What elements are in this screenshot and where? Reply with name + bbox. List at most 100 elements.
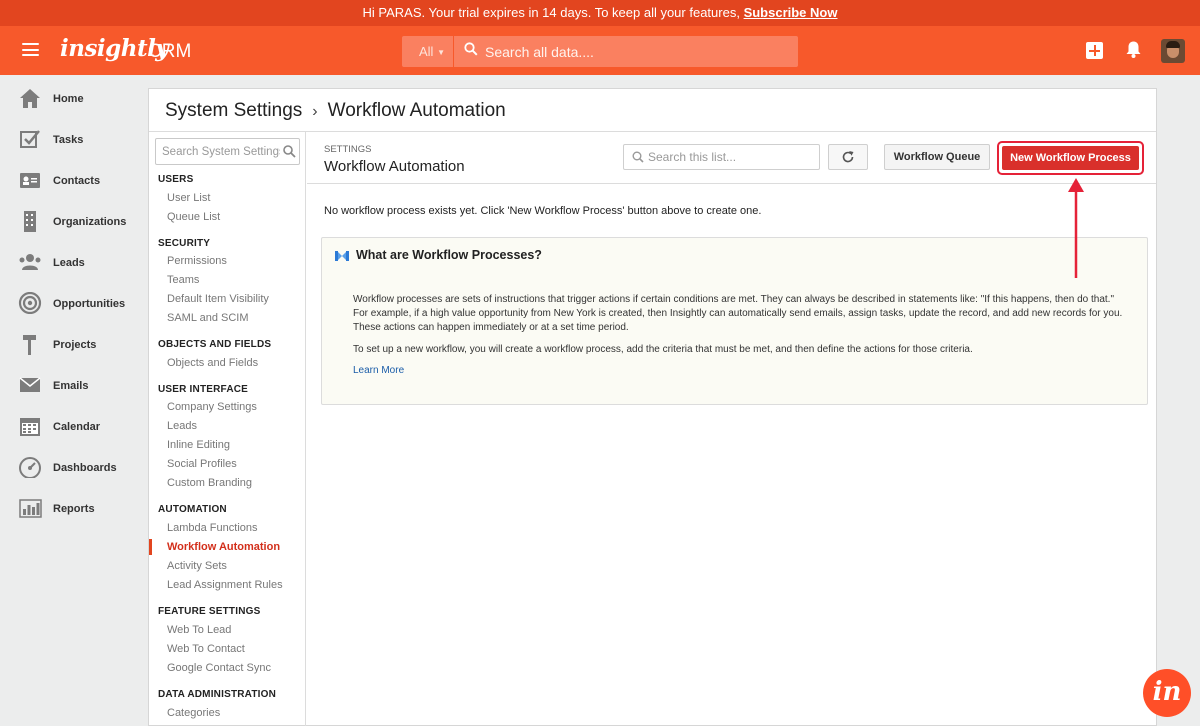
workflow-icon <box>335 251 349 261</box>
empty-state-message: No workflow process exists yet. Click 'N… <box>324 205 762 217</box>
sidebar-item-label: Organizations <box>53 216 127 228</box>
info-paragraph: To set up a new workflow, you will creat… <box>353 344 973 355</box>
hamburger-menu-icon[interactable] <box>22 43 39 56</box>
trial-banner: Hi PARAS. Your trial expires in 14 days.… <box>0 0 1200 26</box>
menu-item-saml-and-scim[interactable]: SAML and SCIM <box>167 312 249 324</box>
menu-item-leads[interactable]: Leads <box>167 420 197 432</box>
menu-item-permissions[interactable]: Permissions <box>167 255 227 267</box>
info-title: What are Workflow Processes? <box>356 248 542 262</box>
content-area: SETTINGS Workflow Automation Workflow Qu… <box>307 132 1156 726</box>
sidebar-item-label: Opportunities <box>53 298 126 310</box>
highlight-ring: New Workflow Process <box>997 141 1144 175</box>
add-new-icon[interactable] <box>1086 42 1103 59</box>
search-icon <box>283 145 296 158</box>
settings-search-field <box>155 138 300 165</box>
page-title: Workflow Automation <box>324 158 465 175</box>
sidebar-item-dashboards[interactable]: Dashboards <box>0 446 148 486</box>
menu-item-lead-assignment-rules[interactable]: Lead Assignment Rules <box>167 579 283 591</box>
menu-item-custom-branding[interactable]: Custom Branding <box>167 477 252 489</box>
breadcrumb-root[interactable]: System Settings <box>165 100 302 121</box>
sidebar-item-label: Home <box>53 93 84 105</box>
tasks-icon <box>20 130 40 148</box>
sidebar-item-organizations[interactable]: Organizations <box>0 200 148 240</box>
contacts-icon <box>20 173 40 188</box>
refresh-icon <box>842 151 854 163</box>
sidebar-item-leads[interactable]: Leads <box>0 241 148 281</box>
section-users: USERS <box>158 174 194 185</box>
active-indicator <box>149 539 152 555</box>
sidebar-item-contacts[interactable]: Contacts <box>0 159 148 199</box>
menu-item-objects-and-fields[interactable]: Objects and Fields <box>167 357 258 369</box>
breadcrumb: System Settings › Workflow Automation <box>165 100 506 122</box>
workflow-queue-button[interactable]: Workflow Queue <box>884 144 990 170</box>
leads-icon <box>19 254 41 270</box>
notifications-bell-icon[interactable] <box>1125 40 1142 59</box>
section-security: SECURITY <box>158 238 211 249</box>
menu-item-inline-editing[interactable]: Inline Editing <box>167 439 230 451</box>
menu-item-queue-list[interactable]: Queue List <box>167 211 220 223</box>
chevron-down-icon: ▼ <box>437 48 445 58</box>
divider <box>307 183 1156 184</box>
main-panel: System Settings › Workflow Automation USER… <box>148 88 1157 726</box>
sidebar-item-emails[interactable]: Emails <box>0 364 148 404</box>
app-name: CRM <box>148 41 192 62</box>
learn-more-link[interactable]: Learn More <box>353 365 404 376</box>
sidebar-item-home[interactable]: Home <box>0 77 148 117</box>
sidebar-item-label: Reports <box>53 503 95 515</box>
search-icon <box>632 151 644 163</box>
sidebar-item-opportunities[interactable]: Opportunities <box>0 282 148 322</box>
menu-item-teams[interactable]: Teams <box>167 274 199 286</box>
info-box: What are Workflow Processes? Workflow pr… <box>321 237 1148 405</box>
subscribe-now-link[interactable]: Subscribe Now <box>744 5 838 20</box>
projects-icon <box>23 335 36 355</box>
emails-icon <box>19 377 41 392</box>
menu-item-default-item-visibility[interactable]: Default Item Visibility <box>167 293 269 305</box>
search-icon <box>464 42 478 56</box>
user-avatar[interactable] <box>1161 39 1185 63</box>
reports-icon <box>19 499 42 518</box>
section-data-administration: DATA ADMINISTRATION <box>158 689 277 700</box>
section-user-interface: USER INTERFACE <box>158 384 249 395</box>
calendar-icon <box>20 418 40 436</box>
menu-item-web-to-contact[interactable]: Web To Contact <box>167 643 245 655</box>
sidebar-item-label: Calendar <box>53 421 101 433</box>
breadcrumb-separator-icon: › <box>312 103 318 120</box>
global-search-input[interactable] <box>485 36 785 67</box>
annotation-arrow-icon <box>1068 178 1084 278</box>
sidebar-item-label: Contacts <box>53 175 101 187</box>
settings-label: SETTINGS <box>324 144 372 155</box>
menu-item-lambda-functions[interactable]: Lambda Functions <box>167 522 258 534</box>
invision-badge[interactable]: in <box>1143 669 1191 717</box>
section-automation: AUTOMATION <box>158 504 227 515</box>
menu-item-activity-sets[interactable]: Activity Sets <box>167 560 227 572</box>
breadcrumb-current: Workflow Automation <box>327 100 506 121</box>
menu-item-categories[interactable]: Categories <box>167 707 220 719</box>
sidebar-item-projects[interactable]: Projects <box>0 323 148 363</box>
dashboards-icon <box>19 457 41 478</box>
sidebar-item-label: Tasks <box>53 134 84 146</box>
menu-item-social-profiles[interactable]: Social Profiles <box>167 458 237 470</box>
list-search-field <box>623 144 820 170</box>
sidebar-item-reports[interactable]: Reports <box>0 487 148 527</box>
sidebar-item-label: Emails <box>53 380 89 392</box>
sidebar-item-label: Leads <box>53 257 85 269</box>
sidebar-item-tasks[interactable]: Tasks <box>0 118 148 158</box>
settings-menu: USERS User List Queue List SECURITY Perm… <box>149 132 306 726</box>
organizations-icon <box>24 211 36 232</box>
menu-item-user-list[interactable]: User List <box>167 192 210 204</box>
global-search: All ▼ <box>402 36 798 67</box>
menu-item-web-to-lead[interactable]: Web To Lead <box>167 624 231 636</box>
list-search-input[interactable] <box>648 145 813 169</box>
menu-item-workflow-automation[interactable]: Workflow Automation <box>167 541 280 553</box>
menu-item-google-contact-sync[interactable]: Google Contact Sync <box>167 662 271 674</box>
menu-item-company-settings[interactable]: Company Settings <box>167 401 257 413</box>
search-scope-dropdown[interactable]: All ▼ <box>402 36 454 67</box>
sidebar-item-label: Dashboards <box>53 462 117 474</box>
settings-search-input[interactable] <box>156 139 280 164</box>
new-workflow-process-button[interactable]: New Workflow Process <box>1002 146 1139 170</box>
section-objects-and-fields: OBJECTS AND FIELDS <box>158 339 272 350</box>
sidebar-item-calendar[interactable]: Calendar <box>0 405 148 445</box>
top-navigation-bar: insightly CRM All ▼ <box>0 26 1200 75</box>
refresh-button[interactable] <box>828 144 868 170</box>
section-feature-settings: FEATURE SETTINGS <box>158 606 261 617</box>
